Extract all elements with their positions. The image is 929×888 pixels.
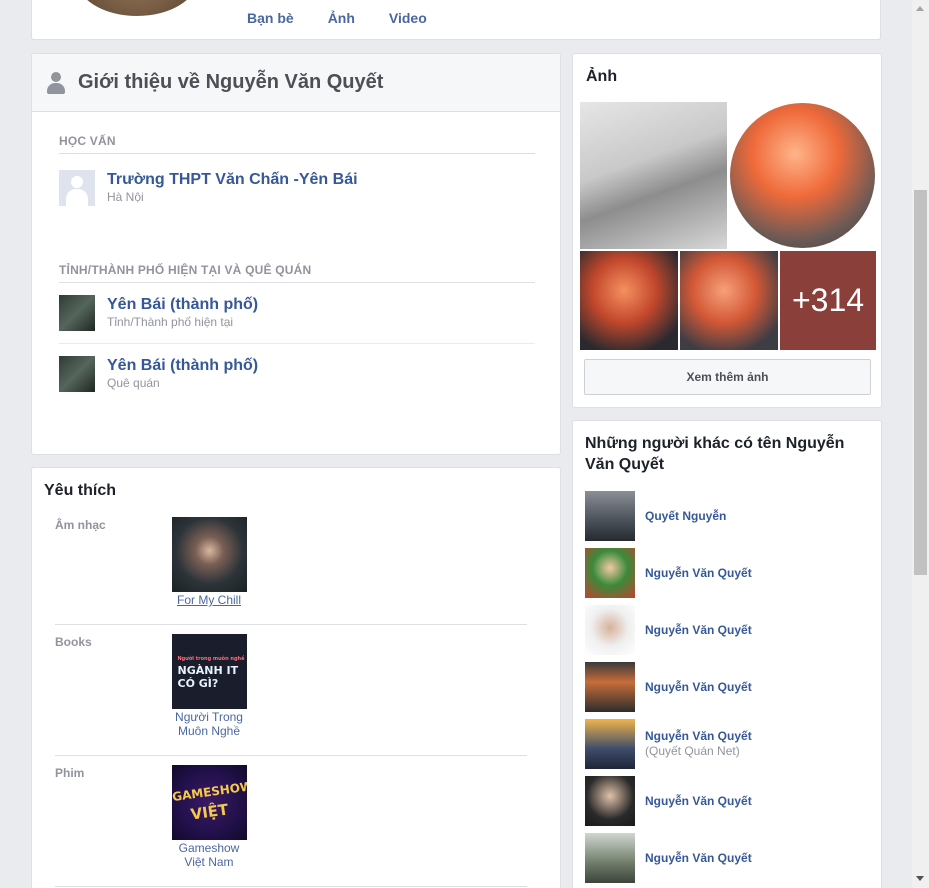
person-avatar[interactable] [585,662,635,712]
photo-thumbnail[interactable] [580,102,727,249]
person-row[interactable]: Nguyễn Văn Quyết [585,776,752,826]
like-category-books: Books [55,635,92,649]
divider [55,755,527,756]
likes-card: Yêu thích Âm nhạc For My Chill Books Ngư… [31,467,561,888]
cover-text: CÓ GÌ? [177,677,219,690]
nav-photos-link[interactable]: Ảnh [328,10,355,26]
current-city-type: Tỉnh/Thành phố hiện tại [107,315,234,329]
divider [59,343,535,344]
person-row[interactable]: Nguyễn Văn Quyết [585,605,752,655]
person-name-link[interactable]: Nguyễn Văn Quyết [645,623,752,638]
like-item-books[interactable]: Người trong muôn nghề NGÀNH IT CÓ GÌ? Ng… [169,634,249,738]
like-category-movies: Phim [55,766,85,780]
hometown-link[interactable]: Yên Bái (thành phố) [107,356,258,375]
scroll-up-icon[interactable] [916,6,924,11]
person-avatar[interactable] [585,776,635,826]
divider [59,153,535,154]
current-city-entry: Yên Bái (thành phố) Tỉnh/Thành phố hiện … [59,295,258,331]
person-row[interactable]: Nguyễn Văn Quyết [585,833,752,883]
person-avatar[interactable] [585,833,635,883]
person-row[interactable]: Quyết Nguyễn [585,491,726,541]
like-item-movies[interactable]: GAMESHOW VIỆT Gameshow Việt Nam [169,765,249,869]
person-name-link[interactable]: Quyết Nguyễn [645,509,726,524]
photo-thumbnail[interactable] [680,251,778,350]
person-avatar[interactable] [585,491,635,541]
cover-text: Người trong muôn nghề [177,656,245,662]
person-row[interactable]: Nguyễn Văn Quyết [585,662,752,712]
education-label: HỌC VẤN [59,134,116,148]
like-category-music: Âm nhạc [55,518,106,532]
hometown-type: Quê quán [107,376,160,390]
photo-thumbnail[interactable] [728,102,876,249]
person-name-link[interactable]: Nguyễn Văn Quyết [645,851,752,866]
like-cover-image[interactable]: GAMESHOW VIỆT [171,765,247,840]
same-name-card: Những người khác có tên Nguyễn Văn Quyết… [572,420,882,888]
divider [59,282,535,283]
person-avatar[interactable] [585,548,635,598]
person-row[interactable]: Nguyễn Văn Quyết (Quyết Quán Net) [585,719,752,769]
person-name-link[interactable]: Nguyễn Văn Quyết [645,794,752,809]
more-photos-tile[interactable]: +314 [780,251,876,350]
more-photos-count: +314 [791,282,865,318]
photos-card: Ảnh +314 Xem thêm ảnh [572,53,882,408]
same-name-title: Những người khác có tên Nguyễn Văn Quyết [585,435,845,473]
profile-nav-links: Bạn bè Ảnh Video [247,10,461,26]
cover-text: NGÀNH IT [177,664,239,677]
city-thumbnail[interactable] [59,295,95,331]
education-entry: Trường THPT Văn Chấn -Yên Bái Hà Nội [59,170,358,206]
page-scrollbar[interactable] [912,0,929,888]
person-row[interactable]: Nguyễn Văn Quyết [585,548,752,598]
photos-title: Ảnh [586,68,618,85]
like-item-label[interactable]: Gameshow Việt Nam [169,841,249,869]
like-cover-image[interactable] [171,517,247,592]
school-name-link[interactable]: Trường THPT Văn Chấn -Yên Bái [107,170,358,189]
scrollbar-thumb[interactable] [914,190,927,575]
city-thumbnail[interactable] [59,356,95,392]
divider [55,624,527,625]
current-city-link[interactable]: Yên Bái (thành phố) [107,295,258,314]
likes-title: Yêu thích [44,482,117,499]
school-location: Hà Nội [107,190,144,204]
intro-header: Giới thiệu về Nguyễn Văn Quyết [32,54,560,112]
like-item-music[interactable]: For My Chill [169,517,249,607]
see-more-photos-button[interactable]: Xem thêm ảnh [584,359,871,395]
person-avatar[interactable] [585,605,635,655]
like-cover-image[interactable]: Người trong muôn nghề NGÀNH IT CÓ GÌ? [171,634,247,709]
school-placeholder-icon[interactable] [59,170,95,206]
like-item-label[interactable]: For My Chill [169,593,249,607]
person-name-link[interactable]: Nguyễn Văn Quyết [645,729,752,744]
photo-thumbnail[interactable] [580,251,678,350]
divider [55,886,527,887]
nav-videos-link[interactable]: Video [389,10,427,26]
profile-nav-bar: Bạn bè Ảnh Video [31,0,881,40]
like-item-label[interactable]: Người Trong Muôn Nghề [169,710,249,738]
places-label: TỈNH/THÀNH PHỐ HIỆN TẠI VÀ QUÊ QUÁN [59,263,312,277]
person-name-link[interactable]: Nguyễn Văn Quyết [645,566,752,581]
person-name-link[interactable]: Nguyễn Văn Quyết [645,680,752,695]
scroll-down-icon[interactable] [916,876,924,881]
nav-friends-link[interactable]: Bạn bè [247,10,294,26]
person-avatar[interactable] [585,719,635,769]
intro-card: Giới thiệu về Nguyễn Văn Quyết HỌC VẤN T… [31,53,561,455]
profile-avatar[interactable] [72,0,202,20]
intro-title: Giới thiệu về Nguyễn Văn Quyết [78,71,384,93]
hometown-entry: Yên Bái (thành phố) Quê quán [59,356,258,392]
person-icon [46,71,66,94]
person-alias: (Quyết Quán Net) [645,744,740,758]
